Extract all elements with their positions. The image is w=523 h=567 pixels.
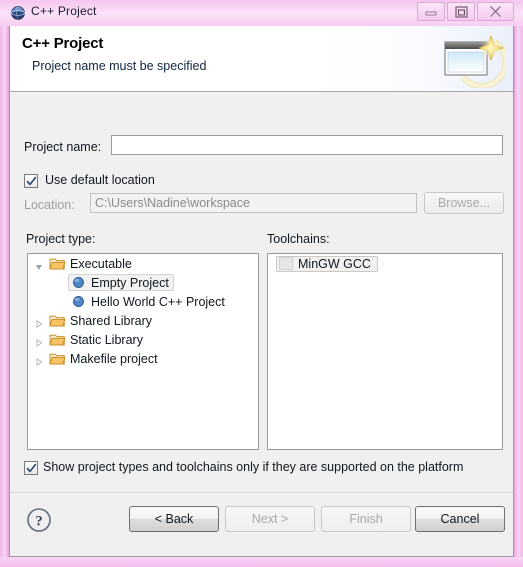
show-supported-label[interactable]: Show project types and toolchains only i… bbox=[43, 460, 463, 474]
project-type-item-content: Empty Project bbox=[68, 274, 174, 291]
wizard-header: C++ Project Project name must be specifi… bbox=[10, 26, 513, 92]
folder-icon bbox=[49, 353, 66, 365]
chevron-right-icon[interactable] bbox=[35, 317, 43, 328]
folder-icon bbox=[49, 258, 66, 270]
project-type-tree[interactable]: Executable Empty Project Hello World C++ P… bbox=[27, 253, 259, 450]
project-type-item-label: Executable bbox=[70, 256, 132, 271]
dialog-body: Project name: Use default location Locat… bbox=[10, 92, 513, 492]
chevron-right-icon bbox=[36, 319, 43, 328]
minimize-button[interactable] bbox=[417, 2, 445, 21]
title-bar: C++ Project bbox=[0, 0, 523, 26]
project-type-item[interactable]: Static Library bbox=[28, 330, 258, 349]
project-type-item-label: Hello World C++ Project bbox=[91, 294, 225, 309]
project-name-label: Project name: bbox=[24, 140, 102, 154]
folder-icon bbox=[49, 334, 66, 346]
project-type-item[interactable]: Makefile project bbox=[28, 349, 258, 368]
new-project-wizard-icon bbox=[441, 32, 510, 90]
checkmark-icon bbox=[26, 176, 37, 186]
location-label: Location: bbox=[24, 198, 75, 212]
bullet-icon bbox=[70, 275, 87, 290]
folder-icon bbox=[49, 351, 66, 366]
toolchain-item-content: MinGW GCC bbox=[276, 255, 378, 272]
browse-button[interactable]: Browse... bbox=[424, 192, 504, 214]
bullet-icon bbox=[73, 277, 84, 288]
toolchain-item[interactable]: MinGW GCC bbox=[268, 254, 502, 273]
globe-icon bbox=[10, 5, 26, 21]
restore-button[interactable] bbox=[447, 2, 475, 21]
window-frame-right bbox=[514, 26, 523, 557]
chevron-right-icon bbox=[36, 357, 43, 366]
bullet-icon bbox=[73, 296, 84, 307]
project-type-item-label: Makefile project bbox=[70, 351, 158, 366]
folder-icon bbox=[49, 313, 66, 328]
dialog-window: C++ Project C++ Project Project name mus… bbox=[0, 0, 523, 567]
project-type-item[interactable]: Hello World C++ Project bbox=[28, 292, 258, 311]
next-button[interactable]: Next > bbox=[225, 506, 315, 532]
toolchains-label: Toolchains: bbox=[267, 232, 330, 246]
project-type-item-content: Shared Library bbox=[49, 312, 155, 329]
cancel-button[interactable]: Cancel bbox=[415, 506, 505, 532]
chevron-right-icon bbox=[36, 338, 43, 347]
back-button[interactable]: < Back bbox=[129, 506, 219, 532]
project-type-item-label: Shared Library bbox=[70, 313, 152, 328]
window-title: C++ Project bbox=[31, 4, 97, 18]
help-question-icon[interactable]: ? bbox=[26, 507, 52, 533]
location-input[interactable] bbox=[90, 193, 417, 213]
window-frame-left bbox=[0, 26, 9, 557]
project-type-item[interactable]: Shared Library bbox=[28, 311, 258, 330]
project-type-item[interactable]: Executable bbox=[28, 254, 258, 273]
folder-icon bbox=[49, 315, 66, 327]
page-title: C++ Project bbox=[22, 35, 104, 52]
chevron-down-icon bbox=[35, 265, 42, 270]
svg-text:?: ? bbox=[35, 514, 43, 530]
show-supported-checkbox[interactable] bbox=[24, 461, 38, 475]
project-type-item-label: Static Library bbox=[70, 332, 143, 347]
toolchain-item-label: MinGW GCC bbox=[298, 256, 371, 271]
chevron-right-icon[interactable] bbox=[35, 336, 43, 347]
page-subtitle: Project name must be specified bbox=[32, 59, 207, 73]
project-type-item-content: Static Library bbox=[49, 331, 146, 348]
folder-icon bbox=[49, 256, 66, 271]
use-default-location-checkbox[interactable] bbox=[24, 174, 38, 188]
project-type-item[interactable]: Empty Project bbox=[28, 273, 258, 292]
finish-button[interactable]: Finish bbox=[321, 506, 411, 532]
use-default-location-label[interactable]: Use default location bbox=[45, 173, 155, 187]
folder-icon bbox=[49, 332, 66, 347]
bullet-icon bbox=[70, 294, 87, 309]
chevron-right-icon[interactable] bbox=[35, 355, 43, 366]
close-button[interactable] bbox=[477, 2, 514, 21]
dialog-client-area: C++ Project Project name must be specifi… bbox=[9, 26, 514, 557]
toolchains-list[interactable]: MinGW GCC bbox=[267, 253, 503, 450]
project-type-label: Project type: bbox=[26, 232, 96, 246]
project-type-item-label: Empty Project bbox=[91, 275, 169, 290]
dialog-footer: ? < Back Next > Finish Cancel bbox=[10, 492, 513, 556]
toolchain-icon bbox=[279, 257, 293, 270]
project-type-item-content: Hello World C++ Project bbox=[70, 293, 228, 310]
chevron-down-icon[interactable] bbox=[35, 260, 43, 270]
window-frame-bottom bbox=[0, 557, 523, 567]
project-type-item-content: Executable bbox=[49, 255, 135, 272]
project-type-item-content: Makefile project bbox=[49, 350, 161, 367]
checkmark-icon bbox=[26, 463, 37, 473]
project-name-input[interactable] bbox=[111, 135, 503, 155]
